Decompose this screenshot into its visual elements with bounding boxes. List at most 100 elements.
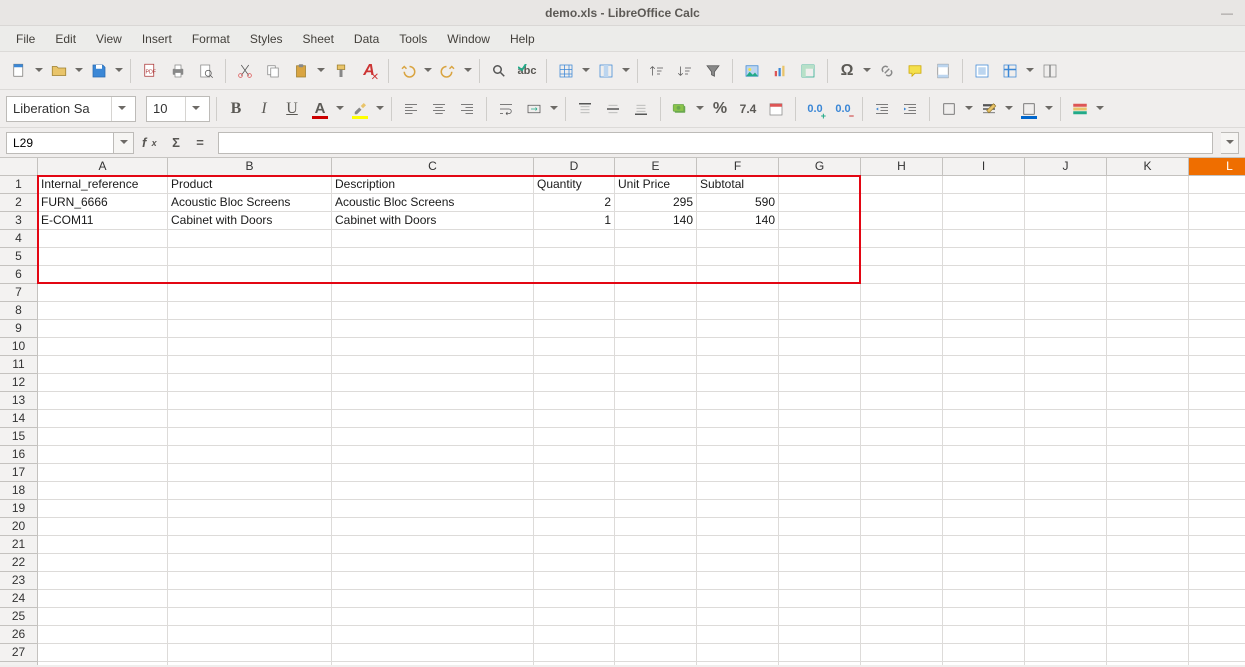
- cell-G6[interactable]: [779, 266, 861, 284]
- cell-L18[interactable]: [1189, 482, 1245, 500]
- cell-J1[interactable]: [1025, 176, 1107, 194]
- currency-button[interactable]: [667, 96, 693, 122]
- cell-H25[interactable]: [861, 608, 943, 626]
- row-header-2[interactable]: 2: [0, 194, 37, 212]
- cell-E22[interactable]: [615, 554, 697, 572]
- percent-button[interactable]: %: [707, 96, 733, 122]
- sort-asc-button[interactable]: [644, 58, 670, 84]
- cell-D12[interactable]: [534, 374, 615, 392]
- cell-J7[interactable]: [1025, 284, 1107, 302]
- cell-L28[interactable]: [1189, 662, 1245, 665]
- sum-button[interactable]: Σ: [166, 133, 186, 153]
- cell-K20[interactable]: [1107, 518, 1189, 536]
- cell-A2[interactable]: FURN_6666: [38, 194, 168, 212]
- cell-G16[interactable]: [779, 446, 861, 464]
- cell-D9[interactable]: [534, 320, 615, 338]
- cell-C28[interactable]: [332, 662, 534, 665]
- row-col-button[interactable]: [553, 58, 579, 84]
- cell-D4[interactable]: [534, 230, 615, 248]
- new-doc-dropdown[interactable]: [34, 58, 44, 84]
- row-header-10[interactable]: 10: [0, 338, 37, 356]
- conditional-format-dropdown[interactable]: [1095, 96, 1105, 122]
- menu-styles[interactable]: Styles: [240, 28, 293, 50]
- cell-G28[interactable]: [779, 662, 861, 665]
- cell-I24[interactable]: [943, 590, 1025, 608]
- cell-I12[interactable]: [943, 374, 1025, 392]
- row-header-20[interactable]: 20: [0, 518, 37, 536]
- cell-B1[interactable]: Product: [168, 176, 332, 194]
- cell-A19[interactable]: [38, 500, 168, 518]
- col-header-A[interactable]: A: [38, 158, 168, 175]
- cell-L1[interactable]: [1189, 176, 1245, 194]
- cell-K23[interactable]: [1107, 572, 1189, 590]
- row-header-4[interactable]: 4: [0, 230, 37, 248]
- cell-B28[interactable]: [168, 662, 332, 665]
- cell-F5[interactable]: [697, 248, 779, 266]
- cell-D18[interactable]: [534, 482, 615, 500]
- cell-C10[interactable]: [332, 338, 534, 356]
- cell-L3[interactable]: [1189, 212, 1245, 230]
- col-header-C[interactable]: C: [332, 158, 534, 175]
- date-button[interactable]: [763, 96, 789, 122]
- cell-D14[interactable]: [534, 410, 615, 428]
- cell-J14[interactable]: [1025, 410, 1107, 428]
- align-left-button[interactable]: [398, 96, 424, 122]
- cell-J9[interactable]: [1025, 320, 1107, 338]
- border-color-button[interactable]: [1016, 96, 1042, 122]
- merge-button[interactable]: [521, 96, 547, 122]
- col-header-H[interactable]: H: [861, 158, 943, 175]
- cell-A22[interactable]: [38, 554, 168, 572]
- print-preview-button[interactable]: [193, 58, 219, 84]
- cell-A13[interactable]: [38, 392, 168, 410]
- cell-F21[interactable]: [697, 536, 779, 554]
- cell-J22[interactable]: [1025, 554, 1107, 572]
- cell-C3[interactable]: Cabinet with Doors: [332, 212, 534, 230]
- cell-I1[interactable]: [943, 176, 1025, 194]
- cell-A14[interactable]: [38, 410, 168, 428]
- equals-button[interactable]: =: [190, 133, 210, 153]
- cell-F8[interactable]: [697, 302, 779, 320]
- cell-I23[interactable]: [943, 572, 1025, 590]
- cell-K2[interactable]: [1107, 194, 1189, 212]
- cell-K18[interactable]: [1107, 482, 1189, 500]
- chart-button[interactable]: [767, 58, 793, 84]
- menu-tools[interactable]: Tools: [389, 28, 437, 50]
- row-header-23[interactable]: 23: [0, 572, 37, 590]
- cell-I6[interactable]: [943, 266, 1025, 284]
- borders-button[interactable]: [936, 96, 962, 122]
- cell-K16[interactable]: [1107, 446, 1189, 464]
- cell-F11[interactable]: [697, 356, 779, 374]
- cell-K22[interactable]: [1107, 554, 1189, 572]
- cell-A7[interactable]: [38, 284, 168, 302]
- row-header-3[interactable]: 3: [0, 212, 37, 230]
- cell-L13[interactable]: [1189, 392, 1245, 410]
- cell-B15[interactable]: [168, 428, 332, 446]
- cell-I10[interactable]: [943, 338, 1025, 356]
- add-decimal-button[interactable]: 0.0+: [802, 96, 828, 122]
- align-top-button[interactable]: [572, 96, 598, 122]
- row-header-22[interactable]: 22: [0, 554, 37, 572]
- cell-C5[interactable]: [332, 248, 534, 266]
- cell-J6[interactable]: [1025, 266, 1107, 284]
- cell-D3[interactable]: 1: [534, 212, 615, 230]
- row-header-14[interactable]: 14: [0, 410, 37, 428]
- cell-J11[interactable]: [1025, 356, 1107, 374]
- comment-button[interactable]: [902, 58, 928, 84]
- name-box-input[interactable]: [6, 132, 114, 154]
- cell-I22[interactable]: [943, 554, 1025, 572]
- cell-E5[interactable]: [615, 248, 697, 266]
- cell-D6[interactable]: [534, 266, 615, 284]
- cell-H26[interactable]: [861, 626, 943, 644]
- font-name-dropdown[interactable]: [111, 97, 131, 121]
- wrap-text-button[interactable]: [493, 96, 519, 122]
- cell-G4[interactable]: [779, 230, 861, 248]
- cell-A12[interactable]: [38, 374, 168, 392]
- open-button[interactable]: [46, 58, 72, 84]
- menu-data[interactable]: Data: [344, 28, 389, 50]
- highlight-dropdown[interactable]: [375, 96, 385, 122]
- cell-C17[interactable]: [332, 464, 534, 482]
- cell-H23[interactable]: [861, 572, 943, 590]
- cell-B5[interactable]: [168, 248, 332, 266]
- cell-B3[interactable]: Cabinet with Doors: [168, 212, 332, 230]
- row-header-5[interactable]: 5: [0, 248, 37, 266]
